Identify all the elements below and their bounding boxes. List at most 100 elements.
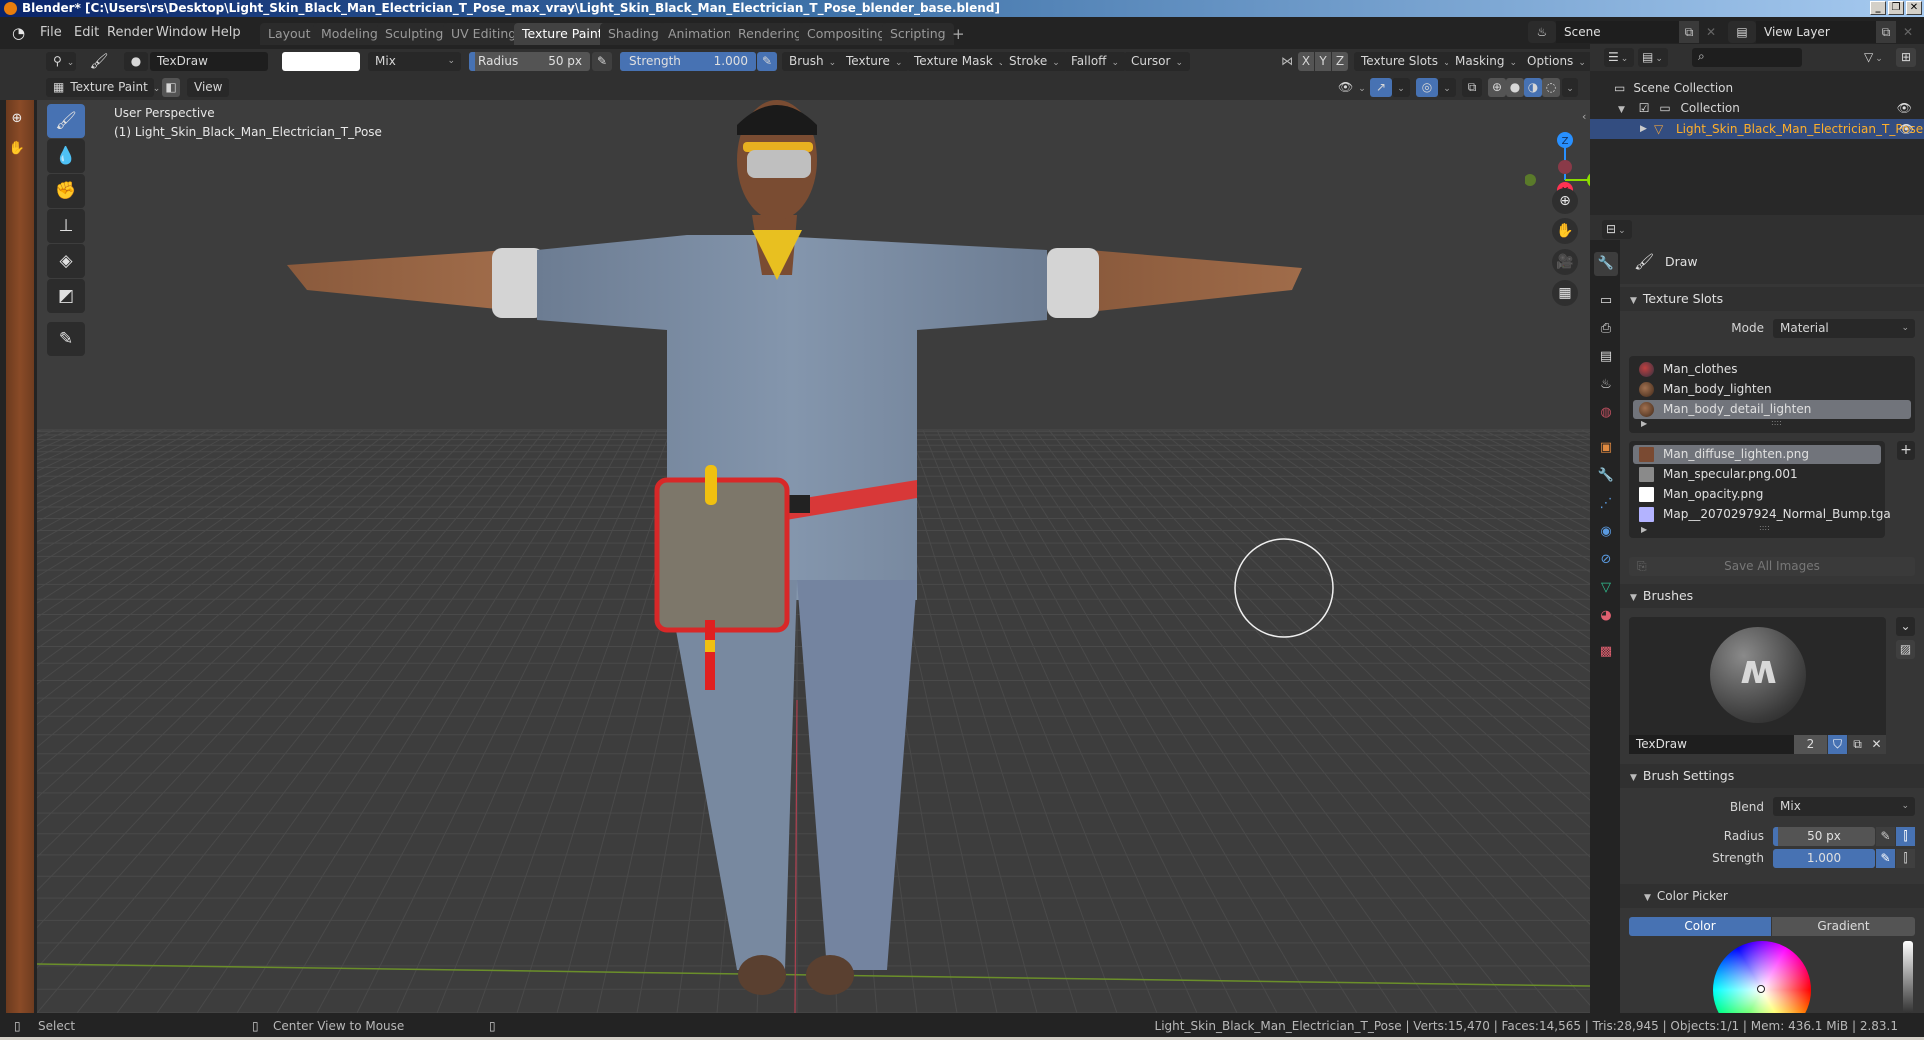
tab-physics-icon[interactable]: ◉	[1594, 520, 1618, 544]
brush-image-icon[interactable]: ▨	[1896, 640, 1915, 659]
mirror-x-toggle[interactable]: X	[1298, 52, 1314, 71]
value-slider[interactable]	[1903, 941, 1913, 1013]
brush-settings-panel-header[interactable]: ▼ Brush Settings	[1620, 764, 1924, 788]
material-slot-item[interactable]: Man_body_lighten	[1633, 380, 1911, 399]
restore-button[interactable]: ❐	[1888, 1, 1904, 15]
mode-dropdown[interactable]: ▦ Texture Paint ⌄	[46, 78, 160, 97]
visibility-dropdown[interactable]: 👁 ⌄	[1334, 78, 1366, 97]
shading-solid-icon[interactable]: ●	[1506, 78, 1524, 97]
tool-settings-dropdown[interactable]: ⚲ ⌄	[46, 52, 76, 71]
expand-list-icon[interactable]: ▶	[1641, 525, 1647, 534]
tab-animation[interactable]: Animation	[660, 23, 740, 45]
save-all-images-button[interactable]: ⎘ Save All Images	[1629, 557, 1915, 576]
mirror-z-toggle[interactable]: Z	[1332, 52, 1348, 71]
add-workspace-button[interactable]: +	[944, 23, 973, 45]
ortho-toggle-icon[interactable]: ▦	[1552, 280, 1578, 306]
sidebar-toggle-icon[interactable]: ‹	[1582, 110, 1590, 128]
tool-soften[interactable]: 💧	[47, 139, 85, 173]
cursor-menu[interactable]: Cursor ⌄	[1124, 52, 1190, 71]
scene-name-field[interactable]: Scene	[1556, 21, 1686, 43]
texture-slots-panel-header[interactable]: ▼ Texture Slots	[1620, 287, 1924, 311]
mode-dropdown[interactable]: Material ⌄	[1773, 319, 1915, 338]
tool-smear[interactable]: ✊	[47, 174, 85, 208]
texture-slots-menu[interactable]: Texture Slots ⌄	[1354, 52, 1458, 71]
radius-unified-icon[interactable]: ⫿	[1896, 827, 1915, 846]
hand-pan-icon[interactable]: ✋	[8, 140, 26, 158]
tool-mask[interactable]: ◩	[47, 279, 85, 313]
overlays-toggle-icon[interactable]: ◎	[1416, 78, 1438, 97]
tab-output-icon[interactable]: ⎙	[1594, 317, 1618, 341]
strength-unified-icon[interactable]: ⫿	[1896, 849, 1915, 868]
tab-texture-paint[interactable]: Texture Paint	[514, 23, 611, 45]
expand-list-icon[interactable]: ▶	[1641, 419, 1647, 428]
zoom-icon[interactable]: ⊕	[8, 110, 26, 128]
image-slot-item-selected[interactable]: Man_diffuse_lighten.png	[1633, 445, 1881, 464]
gizmo-toggle-icon[interactable]: ↗	[1370, 78, 1392, 97]
menu-render[interactable]: Render	[107, 25, 153, 40]
tab-rendering[interactable]: Rendering	[730, 23, 810, 45]
visibility-eye-icon[interactable]: 👁	[1897, 99, 1912, 118]
tab-scripting[interactable]: Scripting	[882, 23, 954, 45]
brush-menu[interactable]: Brush ⌄	[782, 52, 844, 71]
tab-texture-icon[interactable]: ▩	[1594, 640, 1618, 664]
tab-sculpting[interactable]: Sculpting	[377, 23, 452, 45]
shading-material-icon[interactable]: ◑	[1524, 78, 1542, 97]
menu-file[interactable]: File	[40, 25, 62, 40]
scene-selector-icon[interactable]: ♨	[1528, 21, 1556, 43]
brushes-panel-header[interactable]: ▼ Brushes	[1620, 584, 1924, 608]
brush-dropdown-icon[interactable]: ⌄	[1896, 617, 1915, 636]
tab-tool-icon[interactable]: 🔧	[1594, 252, 1618, 276]
outliner-search-input[interactable]: ⌕	[1692, 48, 1802, 67]
tab-compositing[interactable]: Compositing	[799, 23, 894, 45]
paint-mask-toggle[interactable]: ◧	[162, 78, 180, 97]
gradient-tab[interactable]: Gradient	[1772, 917, 1915, 936]
view-menu[interactable]: View	[187, 78, 230, 97]
close-button[interactable]: ✕	[1906, 1, 1922, 15]
brush-name-field[interactable]: TexDraw	[150, 52, 268, 71]
color-picker-subpanel-header[interactable]: ▼ Color Picker	[1620, 884, 1924, 908]
blender-logo-icon[interactable]: ◔	[12, 24, 25, 42]
radius-slider[interactable]: Radius 50 px	[469, 52, 590, 71]
radius-slider[interactable]: 50 px	[1773, 827, 1875, 846]
new-view-layer-icon[interactable]: ⧉	[1876, 21, 1896, 43]
tab-world-icon[interactable]: ◍	[1594, 401, 1618, 425]
list-resize-handle[interactable]: ::::	[1759, 523, 1770, 532]
3d-viewport[interactable]: User Perspective (1) Light_Skin_Black_Ma…	[37, 100, 1590, 1013]
new-collection-icon[interactable]: ⊞	[1896, 48, 1916, 67]
radius-pressure-icon[interactable]: ✎	[1876, 827, 1895, 846]
strength-pressure-icon[interactable]: ✎	[1876, 849, 1895, 868]
mirror-y-toggle[interactable]: Y	[1315, 52, 1331, 71]
color-tab[interactable]: Color	[1629, 917, 1771, 936]
zoom-view-icon[interactable]: ⊕	[1552, 188, 1578, 214]
menu-edit[interactable]: Edit	[74, 25, 99, 40]
image-slot-item[interactable]: Man_opacity.png	[1633, 485, 1881, 504]
material-slot-item-selected[interactable]: Man_body_detail_lighten	[1633, 400, 1911, 419]
visibility-eye-icon[interactable]: 👁	[1899, 119, 1914, 139]
fake-user-shield-icon[interactable]: ⛉	[1828, 735, 1847, 754]
shading-rendered-icon[interactable]: ◌	[1542, 78, 1560, 97]
tool-clone[interactable]: ⊥	[47, 209, 85, 243]
brush-preview[interactable]: ʍ	[1629, 617, 1886, 735]
pan-view-icon[interactable]: ✋	[1552, 218, 1578, 244]
collapse-triangle-icon[interactable]: ▼	[1618, 105, 1625, 115]
outliner-display-mode-icon[interactable]: ☰ ⌄	[1604, 48, 1634, 67]
strength-slider[interactable]: Strength 1.000	[620, 52, 756, 71]
outliner-item[interactable]: ▼ ☑ ▭ Collection 👁	[1618, 99, 1918, 118]
tool-annotate[interactable]: ✎	[47, 322, 85, 356]
tab-particles-icon[interactable]: ⋰	[1594, 492, 1618, 516]
shading-dropdown[interactable]: ⌄	[1562, 78, 1578, 97]
tab-render-icon[interactable]: ▭	[1594, 289, 1618, 313]
tab-uv-editing[interactable]: UV Editing	[443, 23, 525, 45]
strength-slider[interactable]: 1.000	[1773, 849, 1875, 868]
camera-view-icon[interactable]: 🎥	[1552, 249, 1578, 275]
gizmo-dropdown[interactable]: ⌄	[1392, 78, 1410, 97]
tab-modeling[interactable]: Modeling	[313, 23, 386, 45]
view-layer-icon[interactable]: ▤	[1728, 21, 1756, 43]
shading-wireframe-icon[interactable]: ⊕	[1488, 78, 1506, 97]
expand-triangle-icon[interactable]: ▶	[1640, 119, 1647, 139]
stroke-menu[interactable]: Stroke ⌄	[1002, 52, 1067, 71]
view-layer-field[interactable]: View Layer	[1756, 21, 1876, 43]
duplicate-brush-icon[interactable]: ⧉	[1848, 735, 1867, 754]
filter-icon[interactable]: ▽ ⌄	[1860, 48, 1888, 67]
xray-toggle-icon[interactable]: ⧉	[1462, 78, 1482, 97]
